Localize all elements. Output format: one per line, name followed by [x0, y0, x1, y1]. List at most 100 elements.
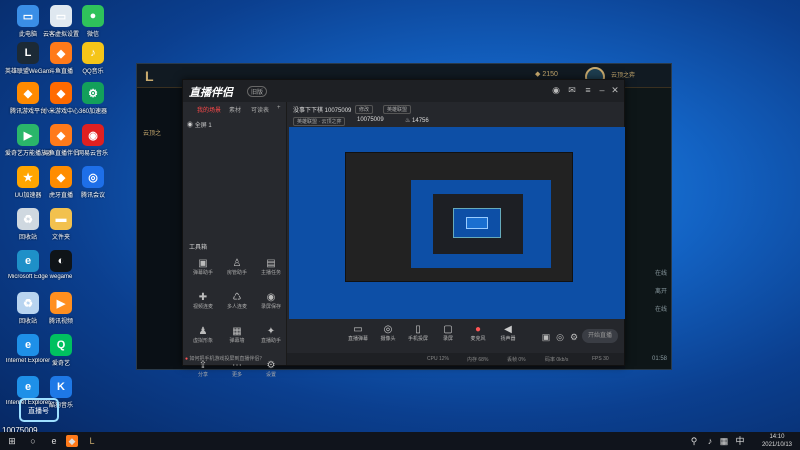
companion-taskbar-icon[interactable]: ◆ — [66, 435, 78, 447]
toolbox-heading: 工具箱 — [189, 245, 208, 251]
screen-icon: ▢ — [443, 324, 453, 335]
tool-helper[interactable]: ✦ 直播助手 — [257, 326, 285, 344]
phone-cast-icon: ▯ — [415, 324, 421, 335]
live-logo-text: 直播号 — [28, 408, 49, 415]
control-label: 扬声器 — [500, 336, 516, 342]
desktop-icon-label: 网易云音乐 — [77, 151, 108, 157]
tool-label: 直播助手 — [260, 338, 281, 344]
tool-label: 录屏保存 — [260, 304, 281, 310]
help-tip[interactable]: ● 如何把手机游戏投屏到直播伴侣？ — [185, 355, 264, 362]
eye-icon[interactable]: ◉ — [187, 123, 193, 129]
uu-icon: ★ — [17, 166, 39, 188]
live-controls: ▭ 直播弹幕 ◎ 摄像头 ▯ 手机投屏 ▢ 录屏 ● 麦克风 ◀ 扬声器 ▣ ◎ ⚙ 开始直播 — [287, 322, 624, 352]
helper-icon: ✦ — [266, 326, 276, 337]
tab-materials[interactable]: 素材 — [229, 105, 241, 114]
desktop-icon[interactable]: ◎ 腾讯会议 — [70, 166, 116, 199]
tool-label: 视频连麦 — [192, 304, 213, 310]
tool-multi-link[interactable]: ♺ 多人连麦 — [223, 292, 251, 310]
game-tag[interactable]: 英雄联盟 · 云顶之弈 — [293, 117, 346, 126]
camera-small-icon[interactable]: ▣ — [540, 331, 552, 343]
tool-video-link[interactable]: ✚ 视频连麦 — [189, 292, 217, 310]
category-button[interactable]: 英雄联盟 — [383, 105, 412, 114]
add-tab-icon[interactable]: + — [277, 105, 281, 111]
desktop: ▭此电脑▭云客虚拟设置●微信L英雄联盟WeGame版◆斗鱼直播♪QQ音乐◆腾讯游… — [0, 0, 800, 435]
edge-taskbar-icon[interactable]: e — [48, 435, 60, 447]
desktop-icon[interactable]: ● 微信 — [70, 5, 116, 38]
desktop-icon[interactable]: ♪ QQ音乐 — [70, 42, 116, 75]
close-icon[interactable]: ✕ — [609, 84, 621, 96]
tool-settings[interactable]: ⚙ 设置 — [257, 360, 285, 378]
desktop-icon[interactable]: ▶ 腾讯视频 — [38, 292, 84, 325]
version-badge[interactable]: 旧版 — [247, 86, 268, 97]
live-logo: 直播号 — [18, 395, 60, 425]
eye-small-icon[interactable]: ◎ — [554, 331, 566, 343]
minimize-icon[interactable]: – — [596, 84, 608, 96]
tool-label: 设置 — [265, 372, 276, 378]
tool-record[interactable]: ◉ 录屏保存 — [257, 292, 285, 310]
volume-tray-icon[interactable]: ♪ — [704, 435, 716, 447]
status-item: 丢帧 0% — [507, 357, 526, 363]
start-live-button[interactable]: 开始直播 — [582, 329, 618, 343]
multi-link-icon: ♺ — [232, 292, 242, 303]
desktop-icon-label: 360加速器 — [78, 109, 107, 115]
control-screen[interactable]: ▢ 录屏 — [433, 324, 463, 342]
tool-more[interactable]: ⋯ 更多 — [223, 360, 251, 378]
taskbar: ⊞ ○ e ◆ L ⚲ ♪ ▦ 中 14:10 2021/10/13 — [0, 432, 800, 450]
control-label: 摄像头 — [380, 336, 396, 342]
desktop-icon[interactable]: ◐ wegame — [38, 250, 84, 280]
clock-date: 2021/10/13 — [761, 442, 792, 448]
record-icon[interactable]: ◉ — [550, 84, 562, 96]
tool-avatar-tool[interactable]: ♟ 虚拟形象 — [189, 326, 217, 344]
tencent-video-icon: ▶ — [50, 292, 72, 314]
desktop-icon[interactable]: ▬ 文件夹 — [38, 208, 84, 241]
control-label: 麦克风 — [470, 336, 486, 342]
wegame-icon: ◐ — [50, 250, 72, 272]
room-id: 10075009 — [357, 117, 384, 123]
control-mic[interactable]: ● 麦克风 — [463, 324, 493, 342]
tool-admin[interactable]: ♙ 房管助手 — [223, 258, 251, 276]
control-barrage[interactable]: ▭ 直播弹幕 — [343, 324, 373, 342]
menu-icon[interactable]: ≡ — [582, 84, 594, 96]
desktop-icon[interactable]: ◉ 网易云音乐 — [70, 124, 116, 157]
preview-nested-window-2 — [433, 194, 523, 254]
folder-icon: ▬ — [50, 208, 72, 230]
ie-icon: e — [17, 334, 39, 356]
tool-wall[interactable]: ▦ 弹幕墙 — [223, 326, 251, 344]
search-icon[interactable]: ○ — [27, 435, 39, 447]
start-icon[interactable]: ⊞ — [6, 435, 18, 447]
tab-tables[interactable]: 可读表 — [251, 105, 269, 114]
camera-icon: ◎ — [383, 324, 393, 335]
mail-icon[interactable]: ✉ — [566, 84, 578, 96]
scene-item[interactable]: ◉ 全屏 1 — [187, 120, 212, 129]
lol-taskbar-icon[interactable]: L — [86, 435, 98, 447]
lol-logo-icon: L — [145, 68, 154, 84]
input-method-icon[interactable]: 中 — [734, 435, 746, 447]
control-phone-cast[interactable]: ▯ 手机投屏 — [403, 324, 433, 342]
desktop-icon[interactable]: Q 爱奇艺 — [38, 334, 84, 367]
friend-status: 在线 — [654, 307, 667, 313]
tool-danmaku[interactable]: ▣ 弹幕助手 — [189, 258, 217, 276]
desktop-icon[interactable]: ⚙ 360加速器 — [70, 82, 116, 115]
stream-preview[interactable] — [289, 127, 625, 319]
desktop-icon-label: 腾讯视频 — [48, 319, 73, 325]
status-item: FPS 30 — [592, 356, 609, 362]
control-camera[interactable]: ◎ 摄像头 — [373, 324, 403, 342]
barrage-icon: ▭ — [353, 324, 363, 335]
tool-label: 虚拟形象 — [192, 338, 213, 344]
tab-scenes[interactable]: 我的场景 — [197, 105, 221, 114]
room-title: 没事下下棋 10075009 — [293, 108, 352, 114]
iqiyi-icon: Q — [50, 334, 72, 356]
control-speaker[interactable]: ◀ 扬声器 — [493, 324, 523, 342]
fan-count-value: 14756 — [412, 118, 429, 124]
wall-icon: ▦ — [232, 326, 242, 337]
network-tray-icon[interactable]: ▦ — [718, 435, 730, 447]
settings-icon[interactable]: ⚙ — [568, 331, 580, 343]
tool-task[interactable]: ▤ 主播任务 — [257, 258, 285, 276]
preview-nested-window — [345, 152, 573, 282]
user-tray-icon[interactable]: ⚲ — [688, 435, 700, 447]
system-clock[interactable]: 14:10 2021/10/13 — [762, 433, 792, 449]
tool-share[interactable]: ⇪ 分享 — [189, 360, 217, 378]
companion-icon: ◆ — [50, 124, 72, 146]
edit-title-button[interactable]: 修改 — [355, 105, 374, 114]
monitor-icon: ▭ — [50, 5, 72, 27]
